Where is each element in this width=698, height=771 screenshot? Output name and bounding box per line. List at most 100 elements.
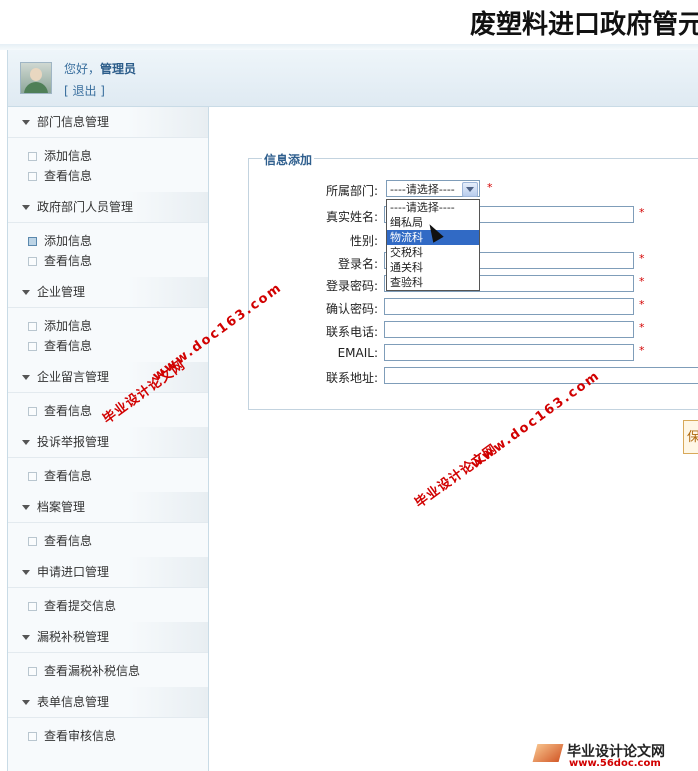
bullet-icon: [28, 732, 37, 741]
bullet-icon: [28, 537, 37, 546]
menu-item-label: 查看信息: [44, 534, 93, 548]
bullet-icon: [28, 602, 37, 611]
footer-logo: 毕业设计论文网 www.56doc.com: [532, 741, 693, 769]
bullet-icon: [28, 257, 37, 266]
required-mark: *: [639, 321, 645, 334]
dept-label: 所属部门:: [325, 184, 378, 198]
bullet-icon: [28, 472, 37, 481]
menu-group-label: 企业管理: [37, 285, 86, 299]
dept-option[interactable]: 通关科: [387, 260, 479, 275]
dept-option[interactable]: 查验科: [387, 275, 479, 290]
required-mark: *: [639, 344, 645, 357]
app-title: 废塑料进口政府管元: [469, 10, 698, 40]
required-mark: *: [639, 252, 645, 265]
chevron-down-icon[interactable]: [462, 182, 478, 197]
bullet-icon: [28, 237, 37, 246]
menu-group-label: 投诉举报管理: [37, 435, 110, 449]
menu-item-tax-view[interactable]: 查看漏税补税信息: [8, 661, 208, 681]
menu-item-company-add[interactable]: 添加信息: [8, 316, 208, 336]
sidebar-menu: 部门信息管理 添加信息 查看信息 政府部门人员管理 添加信息 查看信息 企业管理…: [8, 107, 208, 752]
menu-item-label: 查看信息: [44, 404, 93, 418]
content-header: [208, 50, 698, 107]
address-label: 联系地址:: [325, 371, 378, 385]
login-label: 登录名:: [337, 257, 378, 271]
menu-group-label: 政府部门人员管理: [37, 200, 134, 214]
required-mark: *: [639, 206, 645, 219]
bullet-icon: [28, 407, 37, 416]
dept-option[interactable]: ----请选择----: [387, 200, 479, 215]
confirm-password-label: 确认密码:: [325, 302, 378, 316]
save-button[interactable]: 保: [683, 420, 698, 454]
chevron-down-icon: [22, 375, 30, 380]
bullet-icon: [28, 322, 37, 331]
bullet-icon: [28, 172, 37, 181]
chevron-down-icon: [22, 505, 30, 510]
menu-item-label: 查看提交信息: [44, 599, 117, 613]
menu-group-label: 部门信息管理: [37, 115, 110, 129]
password-label: 登录密码:: [325, 279, 378, 293]
bullet-icon: [28, 342, 37, 351]
menu-group-label: 档案管理: [37, 500, 86, 514]
menu-group-label: 漏税补税管理: [37, 630, 110, 644]
menu-item-archive-view[interactable]: 查看信息: [8, 531, 208, 551]
menu-group-label: 表单信息管理: [37, 695, 110, 709]
menu-item-label: 添加信息: [44, 319, 93, 333]
dept-select[interactable]: ----请选择----: [386, 180, 480, 197]
chevron-down-icon: [22, 440, 30, 445]
top-bar: 废塑料进口政府管元: [0, 0, 698, 44]
menu-item-label: 查看信息: [44, 339, 93, 353]
dept-dropdown-list: ----请选择---- 缉私局 物流科 交税科 通关科 查验科: [386, 199, 480, 291]
chevron-down-icon: [22, 205, 30, 210]
logout-link[interactable]: [ 退出 ]: [64, 82, 105, 99]
address-input[interactable]: [384, 367, 698, 384]
bullet-icon: [28, 667, 37, 676]
phone-label: 联系电话:: [325, 325, 378, 339]
chevron-down-icon: [22, 700, 30, 705]
menu-item-label: 添加信息: [44, 234, 93, 248]
chevron-down-icon: [22, 120, 30, 125]
menu-item-label: 查看信息: [44, 254, 93, 268]
menu-group-company[interactable]: 企业管理: [8, 277, 208, 308]
menu-item-label: 查看漏税补税信息: [44, 664, 141, 678]
menu-group-dept[interactable]: 部门信息管理: [8, 107, 208, 138]
menu-group-archive[interactable]: 档案管理: [8, 492, 208, 523]
menu-group-complaint[interactable]: 投诉举报管理: [8, 427, 208, 458]
email-label: EMAIL:: [337, 346, 378, 360]
confirm-password-input[interactable]: [384, 298, 634, 315]
user-panel: 您好，管理员 [ 退出 ]: [8, 50, 208, 107]
dept-select-value: ----请选择----: [390, 183, 455, 196]
logo-icon: [532, 744, 564, 762]
menu-item-import-view[interactable]: 查看提交信息: [8, 596, 208, 616]
watermark-brand: 毕业设计论文网: [412, 441, 501, 512]
menu-item-complaint-view[interactable]: 查看信息: [8, 466, 208, 486]
menu-group-tax[interactable]: 漏税补税管理: [8, 622, 208, 653]
required-mark: *: [639, 298, 645, 311]
chevron-down-icon: [22, 290, 30, 295]
menu-group-label: 企业留言管理: [37, 370, 110, 384]
menu-item-label: 查看信息: [44, 169, 93, 183]
greeting: 您好，管理员: [64, 60, 136, 77]
phone-input[interactable]: [384, 321, 634, 338]
chevron-down-icon: [22, 570, 30, 575]
menu-item-dept-add[interactable]: 添加信息: [8, 146, 208, 166]
name-label: 真实姓名:: [325, 210, 378, 224]
bullet-icon: [28, 152, 37, 161]
footer-site: www.56doc.com: [569, 758, 661, 769]
chevron-down-icon: [22, 635, 30, 640]
menu-group-staff[interactable]: 政府部门人员管理: [8, 192, 208, 223]
menu-item-label: 添加信息: [44, 149, 93, 163]
menu-item-label: 查看审核信息: [44, 729, 117, 743]
dept-option[interactable]: 交税科: [387, 245, 479, 260]
menu-item-staff-view[interactable]: 查看信息: [8, 251, 208, 271]
email-input[interactable]: [384, 344, 634, 361]
menu-group-import[interactable]: 申请进口管理: [8, 557, 208, 588]
greeting-text: 您好，: [64, 62, 101, 76]
menu-item-staff-add[interactable]: 添加信息: [8, 231, 208, 251]
gender-label: 性别:: [349, 234, 378, 248]
fieldset-legend: 信息添加: [262, 151, 315, 168]
user-name: 管理员: [100, 62, 137, 76]
menu-group-form[interactable]: 表单信息管理: [8, 687, 208, 718]
menu-item-dept-view[interactable]: 查看信息: [8, 166, 208, 186]
required-mark: *: [639, 275, 645, 288]
menu-item-form-view[interactable]: 查看审核信息: [8, 726, 208, 746]
